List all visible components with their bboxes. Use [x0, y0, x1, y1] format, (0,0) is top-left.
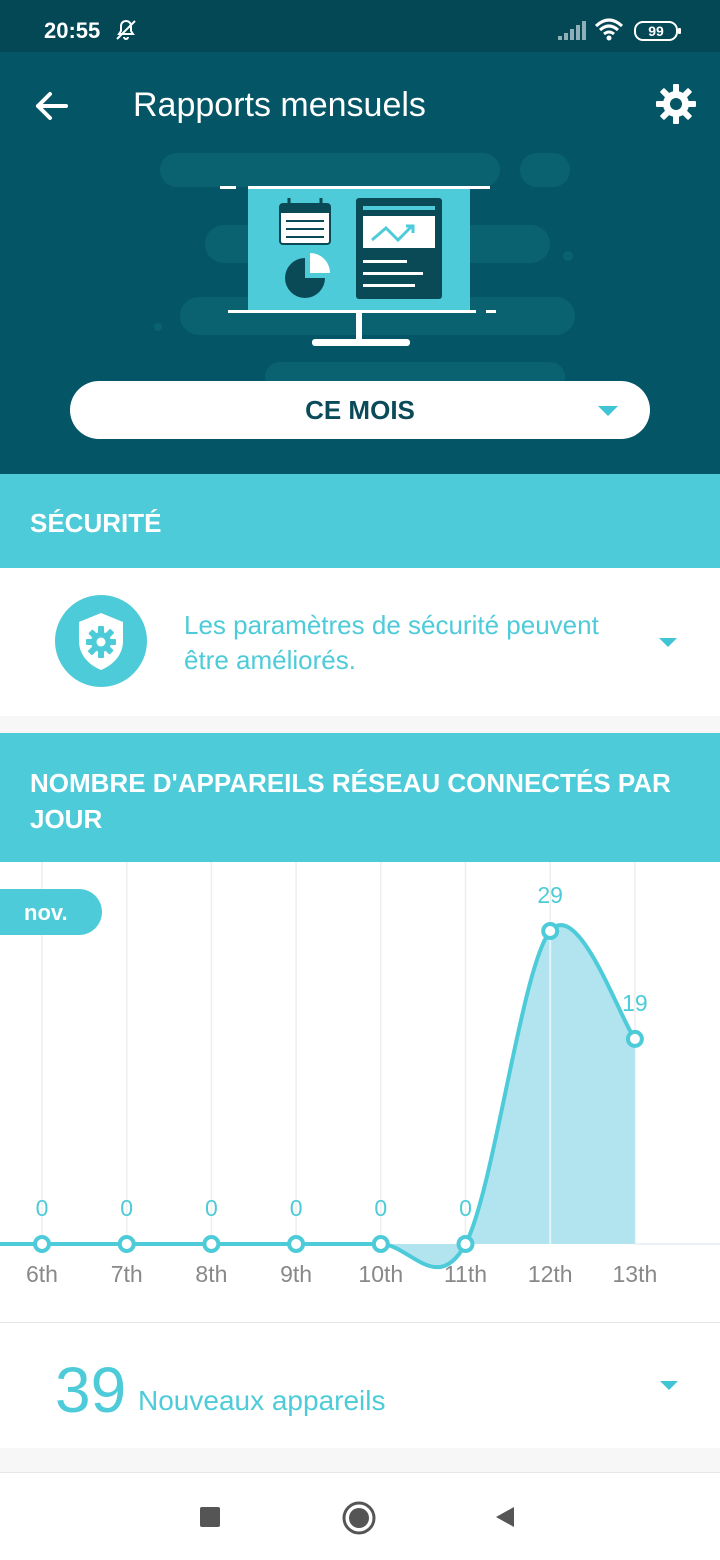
data-point — [117, 1235, 136, 1253]
data-point — [625, 1029, 644, 1048]
data-label: 0 — [205, 1195, 218, 1221]
security-card[interactable]: Les paramètres de sécurité peuvent être … — [0, 568, 720, 716]
bottom-spacer — [0, 1448, 720, 1472]
chart-area — [0, 925, 635, 1268]
month-tag-label: nov. — [24, 900, 68, 925]
chevron-down-icon — [659, 638, 677, 647]
period-dropdown[interactable]: CE MOIS — [70, 381, 650, 439]
x-tick-label: 10th — [358, 1261, 403, 1287]
devices-section-header: NOMBRE D'APPAREILS RÉSEAU CONNECTÉS PAR … — [0, 733, 720, 862]
header: Rapports mensuels CE MOIS — [0, 52, 720, 474]
home-icon[interactable] — [340, 1499, 378, 1537]
data-label: 0 — [374, 1195, 387, 1221]
new-devices-count: 39 — [55, 1354, 127, 1426]
recent-apps-icon[interactable] — [196, 1503, 224, 1531]
wifi-icon — [594, 18, 624, 41]
data-label: 0 — [290, 1195, 303, 1221]
x-tick-label: 8th — [195, 1261, 227, 1287]
report-document-icon — [356, 198, 442, 299]
devices-per-day-chart: 0 0 0 0 0 02919 6th 7th 8th 9th 10th 11th 12th 13th … — [0, 862, 720, 1287]
shield-gear-icon — [55, 595, 147, 687]
data-label: 0 — [120, 1195, 133, 1221]
new-devices-label: Nouveaux appareils — [138, 1385, 386, 1416]
x-tick-label: 6th — [26, 1261, 58, 1287]
status-bar: 20:55 99 — [0, 0, 720, 52]
month-tag: nov. — [0, 889, 102, 935]
data-point — [371, 1235, 390, 1253]
data-point — [33, 1235, 51, 1253]
devices-section-title: NOMBRE D'APPAREILS RÉSEAU CONNECTÉS PAR … — [30, 768, 671, 834]
battery-icon: 99 — [634, 21, 681, 41]
data-label: 0 — [459, 1195, 472, 1221]
chevron-down-icon — [598, 406, 618, 416]
x-tick-label: 12th — [528, 1261, 573, 1287]
data-label: 29 — [537, 882, 563, 908]
x-tick-label: 11th — [444, 1261, 487, 1287]
calendar-icon — [279, 198, 331, 245]
section-divider — [0, 716, 720, 733]
battery-level: 99 — [648, 23, 664, 39]
data-label: 0 — [36, 1195, 49, 1221]
new-devices-summary[interactable]: 39 Nouveaux appareils — [0, 1322, 720, 1448]
notifications-off-icon — [116, 19, 136, 40]
data-point — [541, 922, 560, 940]
x-tick-label: 13th — [613, 1261, 658, 1287]
data-point — [456, 1235, 475, 1253]
data-point — [287, 1235, 306, 1253]
system-nav-bar — [0, 1472, 720, 1560]
x-tick-label: 9th — [280, 1261, 312, 1287]
security-section-title: SÉCURITÉ — [30, 508, 162, 538]
period-dropdown-value: CE MOIS — [305, 395, 415, 425]
data-label: 19 — [622, 990, 648, 1016]
back-icon[interactable] — [492, 1503, 520, 1531]
chevron-down-icon — [660, 1381, 678, 1390]
security-message: Les paramètres de sécurité peuvent être … — [184, 610, 599, 675]
x-tick-label: 7th — [111, 1261, 143, 1287]
signal-icon — [558, 21, 586, 40]
security-section-header: SÉCURITÉ — [0, 474, 720, 568]
data-point — [202, 1235, 221, 1253]
report-illustration — [220, 186, 496, 346]
status-time: 20:55 — [44, 18, 101, 43]
